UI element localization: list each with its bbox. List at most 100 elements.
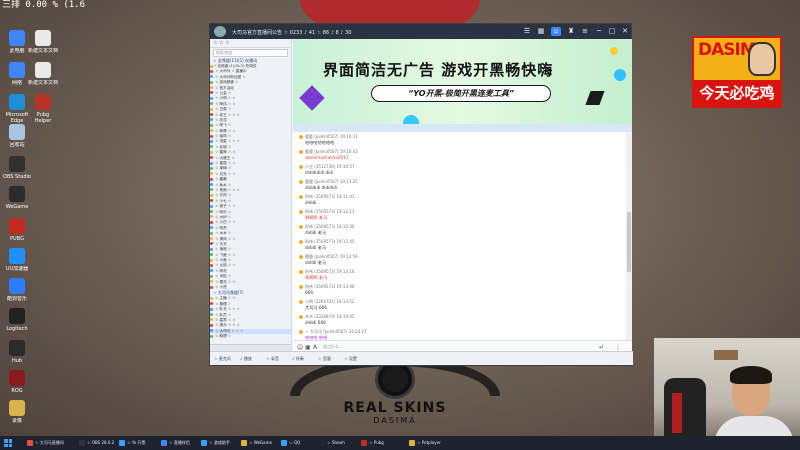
- desktop-shortcut[interactable]: 录像: [2, 400, 32, 430]
- chat-message-sender[interactable]: 木木 (2316879) 19:14:05: [305, 314, 354, 319]
- channel-tree-label: ☆ 长风 ☆: [214, 193, 232, 198]
- minimize-icon[interactable]: ─: [594, 27, 604, 36]
- user-status-icon: [210, 302, 213, 306]
- grid-icon[interactable]: ▦: [536, 27, 546, 36]
- chat-message-sender[interactable]: 阿伟 (3509573) 19:11:41: [305, 194, 354, 199]
- channel-tree-label: ☆ 雪花 ☆ ☆: [214, 279, 236, 284]
- statusbar-button[interactable]: ♪ 播放: [240, 356, 252, 362]
- chat-message: 阿伟 (3509573) 19:13:40 666: [299, 284, 617, 296]
- desktop-shortcut-label: 新建文本文档: [28, 48, 58, 54]
- user-status-icon: [210, 220, 213, 224]
- taskbar-item[interactable]: ☆ 大司马直播间: [26, 438, 64, 448]
- channel-tree-label: ☆ 阿乐 ☆: [214, 209, 232, 214]
- channel-search-input[interactable]: 搜索频道: [213, 49, 288, 57]
- chat-message-sender[interactable]: 阿伟 (3509573) 19:13:16: [305, 269, 354, 274]
- taskbar-item[interactable]: ☆ Potplayer: [408, 438, 441, 448]
- chat-message-sender[interactable]: ☆ 大司马 (Junlin0507) 19:14:27: [305, 329, 367, 334]
- menu-icon[interactable]: ≡: [580, 27, 590, 36]
- taskbar-item[interactable]: ☆ WeGame: [240, 438, 272, 448]
- shirt-icon[interactable]: ♜: [566, 27, 576, 36]
- taskbar-item-label: ☆ QQ: [289, 440, 301, 445]
- desktop-shortcut[interactable]: PUBG: [2, 218, 32, 248]
- chat-message: 阿伟 (3509573) 19:11:41 dididi: [299, 194, 617, 206]
- desktop-shortcut[interactable]: Pubg Helper: [28, 94, 58, 124]
- desktop-shortcut-label: UU加速器: [5, 266, 29, 272]
- desktop-shortcut[interactable]: ROG: [2, 370, 32, 400]
- user-status-icon: [210, 156, 213, 160]
- desktop-shortcut[interactable]: 新建文本文档: [28, 62, 58, 92]
- taskbar-item[interactable]: ☆ 直播伴侣: [160, 438, 190, 448]
- statusbar-button[interactable]: ☆ 音量: [318, 356, 331, 362]
- channel-tree-label: ☆ 管理 ☆: [214, 301, 232, 306]
- gaming-chair-stripe: [672, 393, 682, 433]
- taskbar-item[interactable]: ☆ QQ: [280, 438, 300, 448]
- fps-overlay: 三排 0.00 % (1.6: [2, 0, 86, 10]
- desktop-shortcut[interactable]: OBS Studio: [2, 156, 32, 186]
- channel-tree-label: ☆ 清风 ☆ ☆: [214, 236, 236, 241]
- font-icon[interactable]: A: [313, 344, 317, 351]
- channel-tree: ─ 全频道 (1)(5)(1) 吃鸡仅 ☆ 大司马 ☆ 直播中 ☆ 大司马粉丝团…: [210, 64, 291, 290]
- desktop-shortcut[interactable]: Hub: [2, 340, 32, 370]
- desktop-shortcut[interactable]: UU加速器: [2, 248, 32, 278]
- chat-message-sender[interactable]: 小明 (2266702) 19:13:52: [305, 299, 354, 304]
- desktop-shortcut[interactable]: WeGame: [2, 186, 32, 216]
- chat-message-sender[interactable]: 小丑 (3512736) 19:10:57: [305, 164, 354, 169]
- statusbar-button[interactable]: ☆ 录音: [266, 356, 279, 362]
- taskbar-item[interactable]: ☆ OBS 28.0.2: [78, 438, 114, 448]
- streamer-face-icon: [748, 42, 776, 76]
- window-titlebar[interactable]: 大司马官方直播间公告 ☆ 0233 ♪ 41 ☆ 86 ♪ 8 ♪ 30 ☰ ▦…: [210, 24, 631, 39]
- taskbar-item[interactable]: ☆ Steam: [318, 438, 345, 448]
- user-status-icon: [210, 107, 213, 111]
- taskbar-app-icon: [201, 440, 207, 446]
- chat-message: 阿伟 (3509573) 19:12:11 啊啊啊 老马: [299, 209, 617, 221]
- channel-toolbar[interactable]: ☆ ☆ ☆: [210, 39, 291, 48]
- statusbar-button[interactable]: ☆ 麦克风: [214, 356, 231, 362]
- chat-message-sender[interactable]: 阿伟 (3509573) 19:12:45: [305, 239, 354, 244]
- ad-banner[interactable]: 界面简洁无广告 游戏开黑畅快嗨 “YO开黑-极简开黑连麦工具”: [293, 39, 632, 124]
- chat-icon[interactable]: ☰: [522, 27, 532, 36]
- desktop-shortcut[interactable]: 回收站: [2, 124, 32, 154]
- desktop-shortcut-label: Pubg Helper: [34, 112, 52, 124]
- taskbar-item-label: ☆ Steam: [327, 440, 345, 445]
- emoji-icon[interactable]: ☺: [297, 344, 303, 351]
- chat-message-sender[interactable]: 鹿鹿 (Junlin0507) 19:10:43: [305, 149, 358, 154]
- statusbar-button[interactable]: ♪ 伴奏: [292, 356, 304, 362]
- image-icon[interactable]: ▣: [305, 344, 311, 351]
- close-icon[interactable]: ✕: [620, 27, 630, 36]
- channel-avatar[interactable]: [214, 26, 226, 37]
- user-status-icon: [210, 204, 213, 208]
- chat-input[interactable]: 说点什么...: [323, 344, 343, 350]
- taskbar-item[interactable]: ☆ 游戏助手: [200, 438, 230, 448]
- chat-message: 阿伟 (3509573) 19:12:45 dididi 老马: [299, 239, 617, 251]
- taskbar-item[interactable]: ☆ Pubg: [360, 438, 384, 448]
- chat-message-sender[interactable]: 阿伟 (3509573) 19:12:11: [305, 209, 354, 214]
- chat-message-sender[interactable]: 阿伟 (3509573) 19:12:30: [305, 224, 354, 229]
- taskbar-app-icon: [281, 440, 287, 446]
- user-status-icon: [210, 161, 213, 165]
- user-status-icon: [210, 313, 213, 317]
- taskbar-item[interactable]: ☆ Yo 开黑: [118, 438, 146, 448]
- chat-scrollbar-thumb[interactable]: [627, 212, 631, 272]
- user-status-icon: [210, 269, 213, 273]
- chat-message-sender[interactable]: 鹿鹿 (Junlin0507) 19:11:25: [305, 179, 358, 184]
- channel-tree-row[interactable]: ☆ 助理 ☆: [210, 334, 291, 339]
- desktop-shortcut-label: Hub: [11, 358, 23, 364]
- home-icon[interactable]: ⌂: [551, 27, 561, 36]
- channel-tree-label: ─ 全频道 (1)(5)(1) 吃鸡仅: [214, 64, 257, 68]
- desktop-shortcut[interactable]: Logitech: [2, 308, 32, 338]
- windows-start-icon[interactable]: [4, 439, 12, 447]
- taskbar-app-icon: [161, 440, 167, 446]
- chat-message-sender[interactable]: 阿伟 (3509573) 19:13:40: [305, 284, 354, 289]
- chat-message-sender[interactable]: 鹿鹿 (Junlin0507) 19:12:59: [305, 254, 358, 259]
- banner-blue-ball: [614, 69, 626, 81]
- more-icon[interactable]: ⋮: [615, 344, 621, 351]
- send-icon[interactable]: ↵: [599, 344, 604, 351]
- statusbar-button[interactable]: ☆ 设置: [344, 356, 357, 362]
- desktop-shortcut[interactable]: 酷狗音乐: [2, 278, 32, 308]
- chat-scrollbar[interactable]: [626, 132, 632, 340]
- chat-message-sender[interactable]: 鹿鹿 (Junlin0507) 19:10:11: [305, 134, 358, 139]
- taskbar-item-label: ☆ 游戏助手: [209, 440, 230, 445]
- chat-message-body: dididididi didi: [305, 170, 334, 175]
- maximize-icon[interactable]: □: [607, 27, 617, 36]
- desktop-shortcut[interactable]: 新建文本文档: [28, 30, 58, 60]
